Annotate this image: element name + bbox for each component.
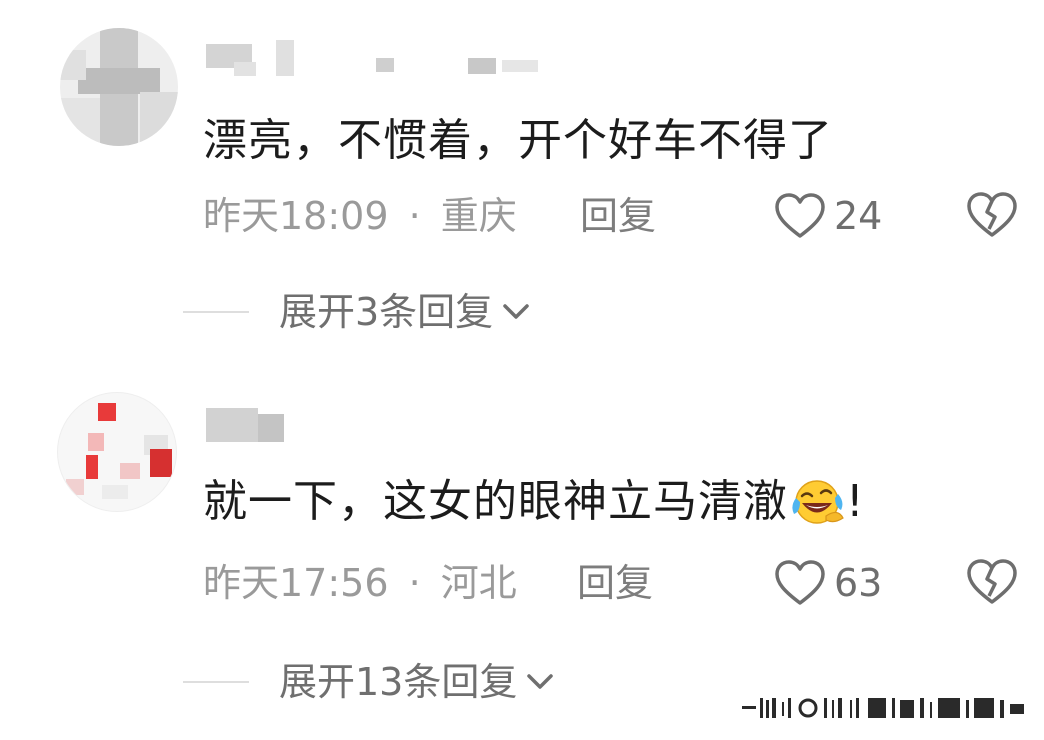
comment-meta: 昨天17:56 · 河北 (203, 561, 517, 605)
expand-replies-button[interactable]: 展开3条回复 (183, 290, 531, 334)
like-count: 24 (834, 194, 883, 238)
chevron-down-icon (503, 304, 529, 319)
like-button[interactable]: 24 (774, 191, 882, 241)
avatar[interactable] (60, 28, 178, 146)
expand-replies-button[interactable]: 展开13条回复 (183, 660, 555, 704)
heart-outline-icon (775, 560, 825, 605)
comment-time: 昨天18:09 (203, 194, 389, 238)
comment-text: 漂亮，不惯着，开个好车不得了 (203, 116, 833, 166)
laughing-crying-emoji (792, 480, 844, 524)
like-count: 63 (834, 561, 883, 605)
comment-time: 昨天17:56 (203, 561, 389, 605)
comment-text: 就一下，这女的眼神立马清澈 ! (203, 476, 865, 527)
watermark-graphic (742, 698, 1024, 718)
comment-text-content: 就一下，这女的眼神立马清澈 (203, 476, 788, 527)
divider-line (183, 681, 249, 683)
broken-heart-icon[interactable] (966, 558, 1018, 606)
expand-replies-label: 展开3条回复 (279, 290, 494, 334)
comment-location: 河北 (440, 561, 517, 605)
meta-separator: · (408, 561, 421, 605)
divider-line (183, 311, 249, 313)
avatar[interactable] (57, 392, 177, 512)
reply-button[interactable]: 回复 (577, 561, 653, 605)
like-button[interactable]: 63 (774, 558, 882, 608)
chevron-down-icon (527, 674, 554, 689)
comment-location: 重庆 (440, 194, 517, 238)
comment-text-tail: ! (846, 476, 865, 527)
username[interactable] (206, 40, 546, 80)
comment-text-content: 漂亮，不惯着，开个好车不得了 (203, 115, 833, 166)
expand-replies-label: 展开13条回复 (279, 660, 518, 704)
comment-meta: 昨天18:09 · 重庆 (203, 194, 517, 238)
meta-separator: · (408, 194, 421, 238)
heart-outline-icon (775, 193, 825, 238)
reply-button[interactable]: 回复 (580, 194, 656, 238)
broken-heart-icon[interactable] (966, 191, 1018, 239)
username[interactable] (206, 408, 296, 448)
